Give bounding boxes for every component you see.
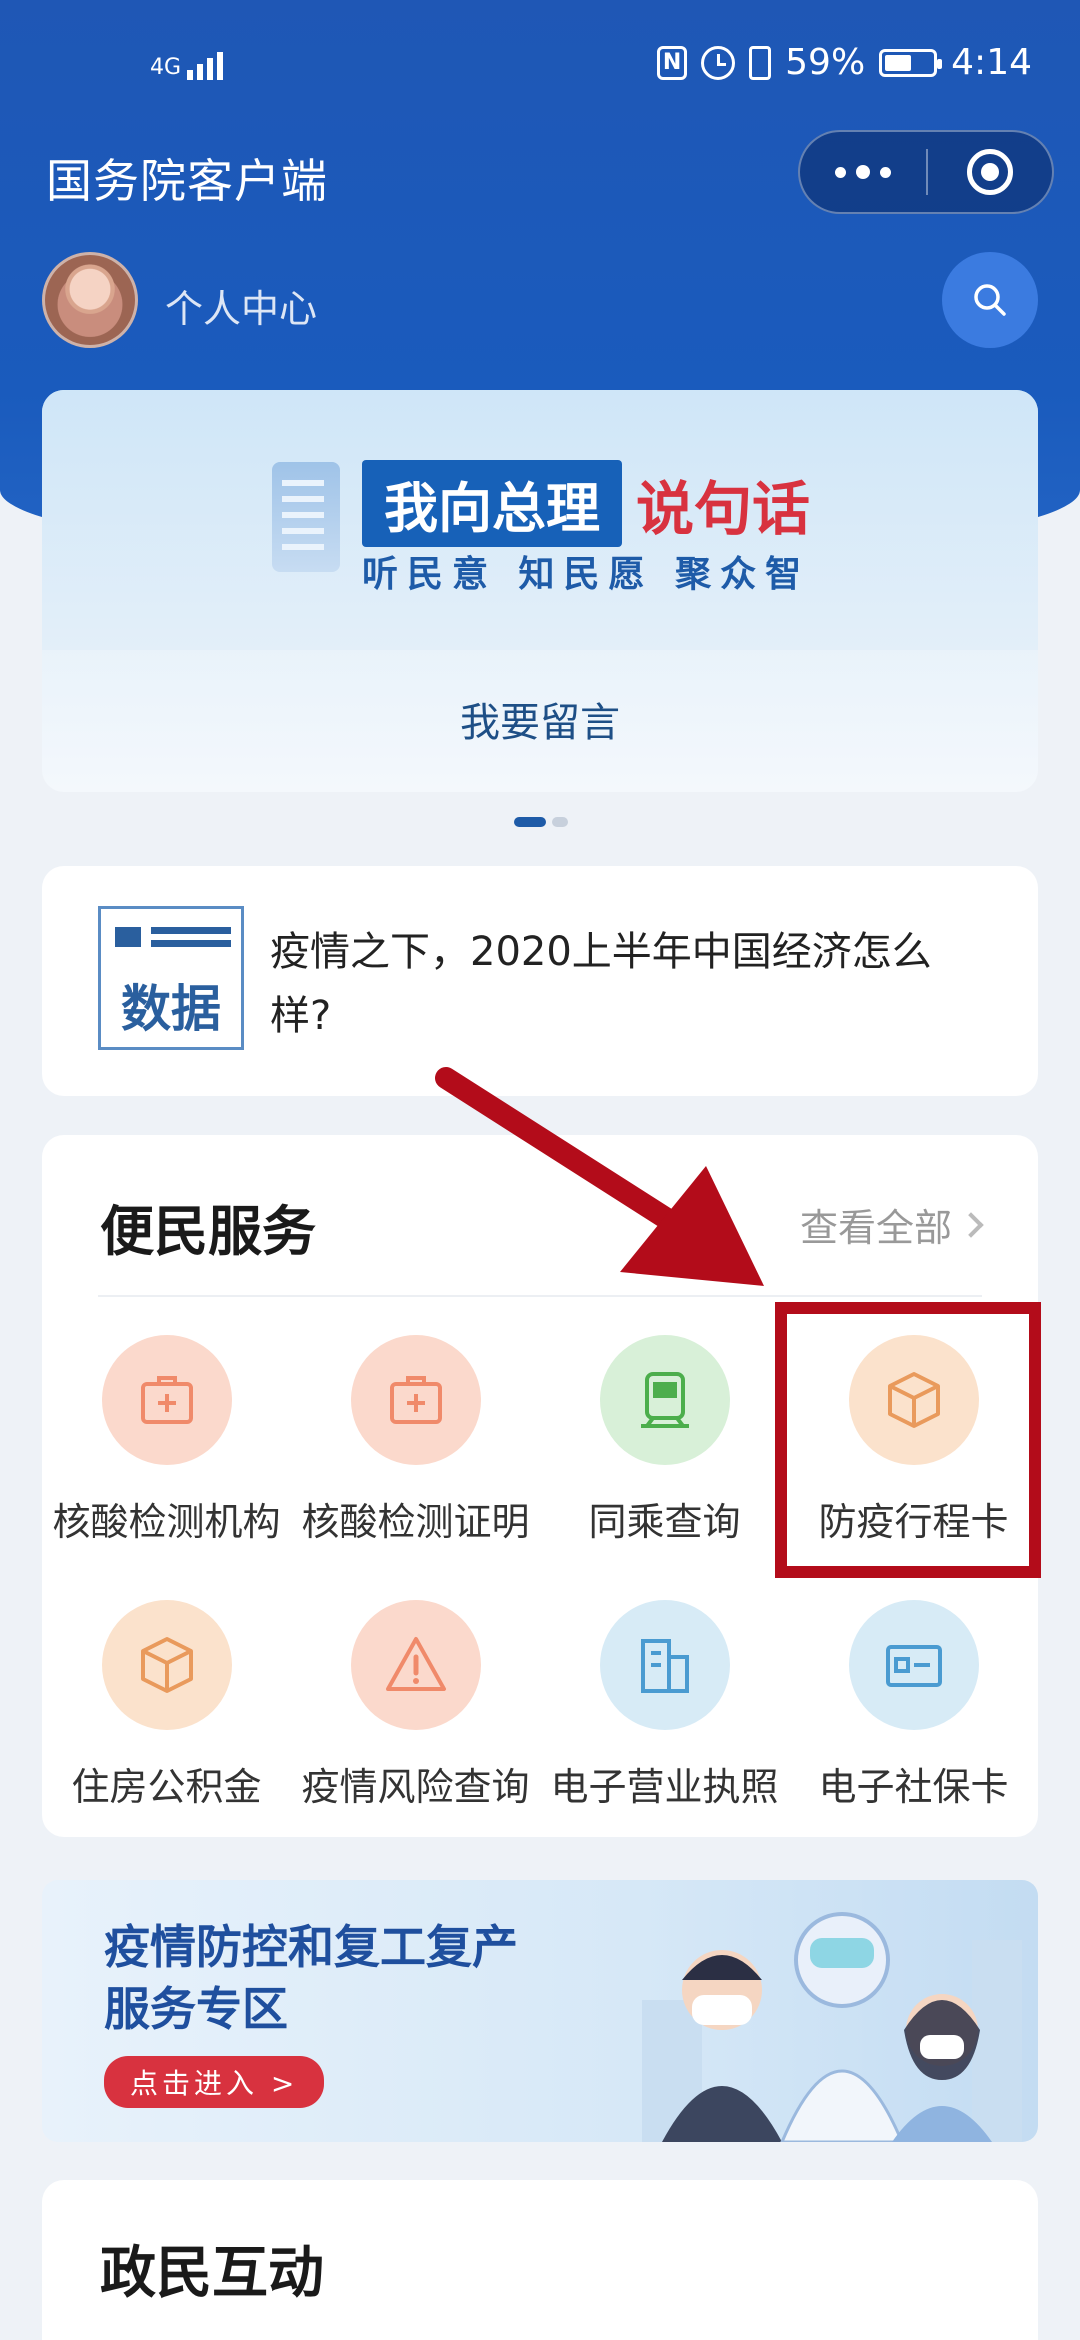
chevron-right-icon: [958, 1211, 984, 1238]
service-risk-query[interactable]: 疫情风险查询: [291, 1600, 540, 1811]
divider: [98, 1295, 982, 1297]
services-title: 便民服务: [100, 1200, 316, 1263]
dot-icon: [856, 165, 870, 179]
medical-kit-icon: [140, 1376, 193, 1424]
nfc-icon: N: [657, 45, 688, 80]
promo-title: 疫情防控和复工复产 服务专区: [104, 1916, 518, 2040]
promo-title-line2: 服务专区: [104, 1982, 288, 2036]
service-label: 住房公积金: [71, 1765, 262, 1809]
service-label: 电子营业执照: [550, 1765, 779, 1809]
pager-dot: [552, 817, 568, 827]
interaction-card: 政民互动: [42, 2180, 1038, 2340]
miniapp-capsule: [798, 130, 1054, 214]
interaction-title: 政民互动: [100, 2241, 324, 2306]
banner-artwork: 我向总理 说句话 听民意 知民愿 聚众智: [42, 390, 1038, 650]
service-social-security-card[interactable]: 电子社保卡: [789, 1600, 1038, 1811]
clock: 4:14: [951, 42, 1032, 83]
battery-percent: 59%: [785, 42, 866, 83]
personal-center-link[interactable]: 个人中心: [165, 278, 317, 333]
close-miniapp-button[interactable]: [928, 130, 1052, 214]
banner-tag: 我向总理: [362, 460, 622, 547]
banner-subtitle: 听民意 知民愿 聚众智: [362, 554, 811, 595]
signal-bars-icon: [187, 46, 224, 80]
banner-headline: 我向总理 说句话: [362, 460, 810, 547]
warning-icon: [385, 1637, 446, 1691]
banner-headline-red: 说句话: [636, 474, 811, 543]
epidemic-service-zone-banner[interactable]: 疫情防控和复工复产 服务专区 点击进入 >: [42, 1880, 1038, 2142]
alarm-icon: [701, 45, 736, 80]
service-nucleic-test-certificate[interactable]: 核酸检测证明: [291, 1335, 540, 1546]
search-button[interactable]: [942, 252, 1038, 348]
news-headline: 疫情之下，2020上半年中国经济怎么样?: [270, 929, 932, 1039]
highlight-box: [775, 1302, 1041, 1578]
battery-icon: [879, 48, 943, 77]
service-label: 同乘查询: [588, 1500, 741, 1544]
leave-message-button[interactable]: 我要留言: [42, 690, 1038, 748]
carousel-pager: [514, 817, 568, 827]
service-nucleic-test-agency[interactable]: 核酸检测机构: [42, 1335, 291, 1546]
train-icon: [640, 1372, 689, 1428]
status-right: N 59% 4:14: [657, 42, 1032, 83]
view-all-link[interactable]: 查看全部: [799, 1197, 984, 1252]
dot-icon: [835, 166, 846, 178]
medical-kit-icon: [389, 1376, 442, 1424]
service-label: 核酸检测机构: [52, 1500, 281, 1544]
app-title: 国务院客户端: [46, 154, 328, 208]
box-icon: [140, 1637, 193, 1693]
service-housing-fund[interactable]: 住房公积金: [42, 1600, 291, 1811]
view-all-label: 查看全部: [799, 1206, 952, 1250]
message-premier-banner[interactable]: 我向总理 说句话 听民意 知民愿 聚众智 我要留言: [42, 390, 1038, 792]
document-icon: [272, 462, 340, 572]
status-bar: 4G N 59% 4:14: [0, 0, 1080, 130]
service-label: 疫情风险查询: [301, 1765, 530, 1809]
service-label: 电子社保卡: [818, 1765, 1009, 1809]
service-business-license[interactable]: 电子营业执照: [540, 1600, 789, 1811]
health-workers-illustration: [642, 1912, 1022, 2142]
data-icon: 数据: [98, 906, 244, 1050]
building-icon: [640, 1639, 689, 1693]
search-icon: [974, 284, 1006, 316]
data-icon-text: 数据: [121, 980, 221, 1038]
news-card[interactable]: 数据 疫情之下，2020上半年中国经济怎么样?: [42, 866, 1038, 1096]
target-icon: [966, 149, 1013, 195]
signal-indicator: 4G: [150, 46, 224, 80]
id-card-icon: [885, 1645, 942, 1687]
avatar[interactable]: [42, 252, 138, 348]
network-type: 4G: [150, 55, 182, 80]
enter-button[interactable]: 点击进入 >: [104, 2056, 325, 2108]
pager-dot-active: [514, 817, 546, 827]
service-co-passenger-query[interactable]: 同乘查询: [540, 1335, 789, 1546]
promo-title-line1: 疫情防控和复工复产: [104, 1920, 518, 1974]
service-label: 核酸检测证明: [301, 1500, 530, 1544]
more-options-button[interactable]: [800, 130, 926, 214]
dot-icon: [880, 166, 891, 178]
vibrate-icon: [749, 45, 772, 80]
